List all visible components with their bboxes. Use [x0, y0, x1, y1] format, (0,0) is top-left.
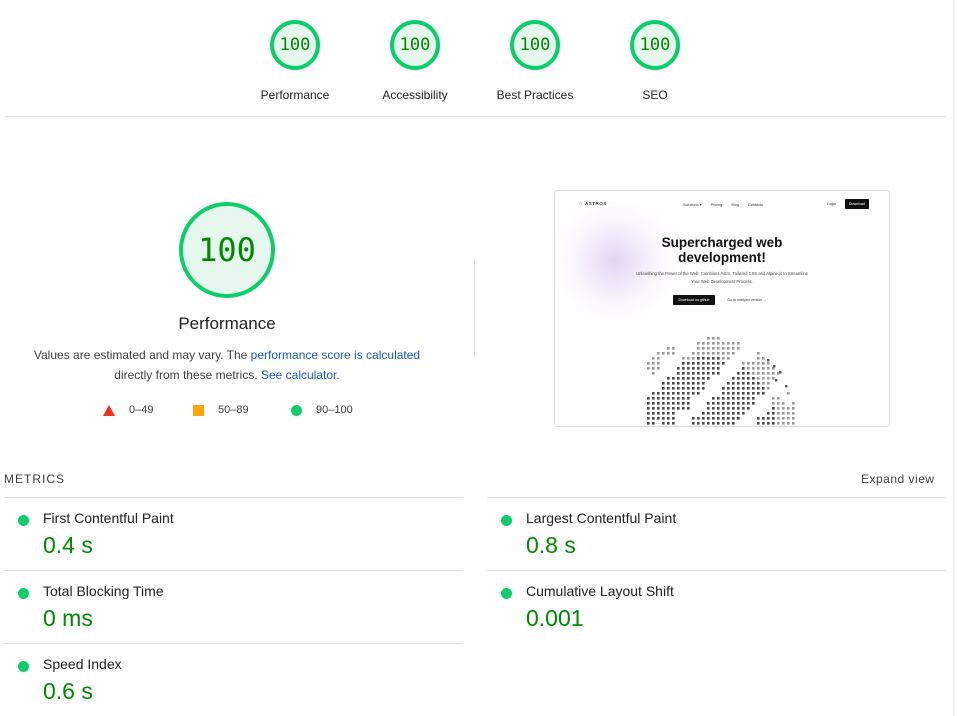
score-gauge: 100: [390, 20, 440, 70]
score-gauge: 100: [630, 20, 680, 70]
site-headline: Supercharged web development!: [661, 235, 783, 265]
site-secondary-button: Go to unstyled version →: [727, 298, 767, 302]
category-best-practices[interactable]: 100 Best Practices: [475, 20, 595, 102]
legend-fail: 0–49: [103, 404, 153, 416]
metric-divider: [4, 497, 463, 498]
site-primary-button: Download on github: [673, 295, 715, 305]
metric-value: 0.8 s: [526, 532, 576, 558]
metrics-heading: METRICS: [4, 472, 65, 486]
site-nav: Solutions ▾ Pricing Blog Contacts: [683, 202, 771, 207]
legend-pass: 90–100: [291, 404, 353, 416]
category-label: Performance: [260, 88, 330, 102]
nav-item: Contacts: [748, 203, 763, 207]
final-screenshot[interactable]: ◇ ASTROS Solutions ▾ Pricing Blog Contact…: [554, 190, 890, 427]
globe-graphic: [647, 337, 795, 425]
metric-label: Largest Contentful Paint: [526, 510, 677, 526]
scrollbar-track[interactable]: [953, 0, 954, 716]
pass-circle-icon: [501, 588, 512, 599]
legend-range: 0–49: [129, 404, 154, 416]
metric-value: 0.001: [526, 605, 584, 631]
metric-value: 0.6 s: [43, 678, 93, 704]
nav-item: Solutions ▾: [683, 203, 702, 207]
category-label: Accessibility: [382, 88, 448, 102]
pass-circle-icon: [18, 588, 29, 599]
see-calculator-link[interactable]: See calculator.: [261, 368, 340, 382]
score-description: Values are estimated and may vary. The p…: [20, 345, 434, 385]
vertical-divider: [474, 260, 475, 356]
metric-divider: [4, 643, 463, 644]
nav-item: Pricing: [710, 203, 723, 207]
square-icon: [193, 404, 204, 416]
metric-value: 0.4 s: [43, 532, 93, 558]
desc-text-2: directly from these metrics.: [114, 368, 261, 382]
expand-view-toggle[interactable]: Expand view: [861, 472, 935, 486]
legend-range: 90–100: [316, 404, 353, 416]
score-gauge: 100: [270, 20, 320, 70]
circle-icon: [291, 404, 302, 416]
nav-item: Blog: [731, 203, 739, 207]
category-accessibility[interactable]: 100 Accessibility: [355, 20, 475, 102]
pass-circle-icon: [18, 515, 29, 526]
site-download-button: Download: [845, 199, 869, 209]
category-label: Best Practices: [496, 88, 574, 102]
performance-score-link[interactable]: performance score is calculated: [251, 348, 420, 362]
pass-circle-icon: [18, 661, 29, 672]
metric-label: First Contentful Paint: [43, 510, 174, 526]
score-gauge: 100: [510, 20, 560, 70]
logo-icon: ◇: [579, 201, 583, 206]
metric-label: Speed Index: [43, 656, 122, 672]
site-subtext: Unleashing the Power of the Web: Combine…: [636, 271, 808, 284]
metric-label: Cumulative Layout Shift: [526, 583, 674, 599]
category-performance[interactable]: 100 Performance: [235, 20, 355, 102]
desc-text-1: Values are estimated and may vary. The: [33, 348, 251, 362]
performance-title: Performance: [178, 314, 276, 333]
category-label: SEO: [642, 88, 668, 102]
metric-value: 0 ms: [43, 605, 93, 631]
pass-circle-icon: [501, 515, 512, 526]
performance-score-gauge: 100: [179, 202, 275, 298]
legend-average: 50–89: [193, 404, 249, 416]
top-divider: [5, 116, 946, 117]
metric-divider: [4, 570, 463, 571]
metric-divider: [487, 570, 946, 571]
site-login: Login: [827, 202, 837, 206]
category-seo[interactable]: 100 SEO: [595, 20, 715, 102]
triangle-icon: [103, 404, 115, 416]
legend-range: 50–89: [218, 404, 249, 416]
site-logo: ◇ ASTROS: [579, 201, 607, 206]
metric-divider: [487, 497, 946, 498]
metric-label: Total Blocking Time: [43, 583, 164, 599]
